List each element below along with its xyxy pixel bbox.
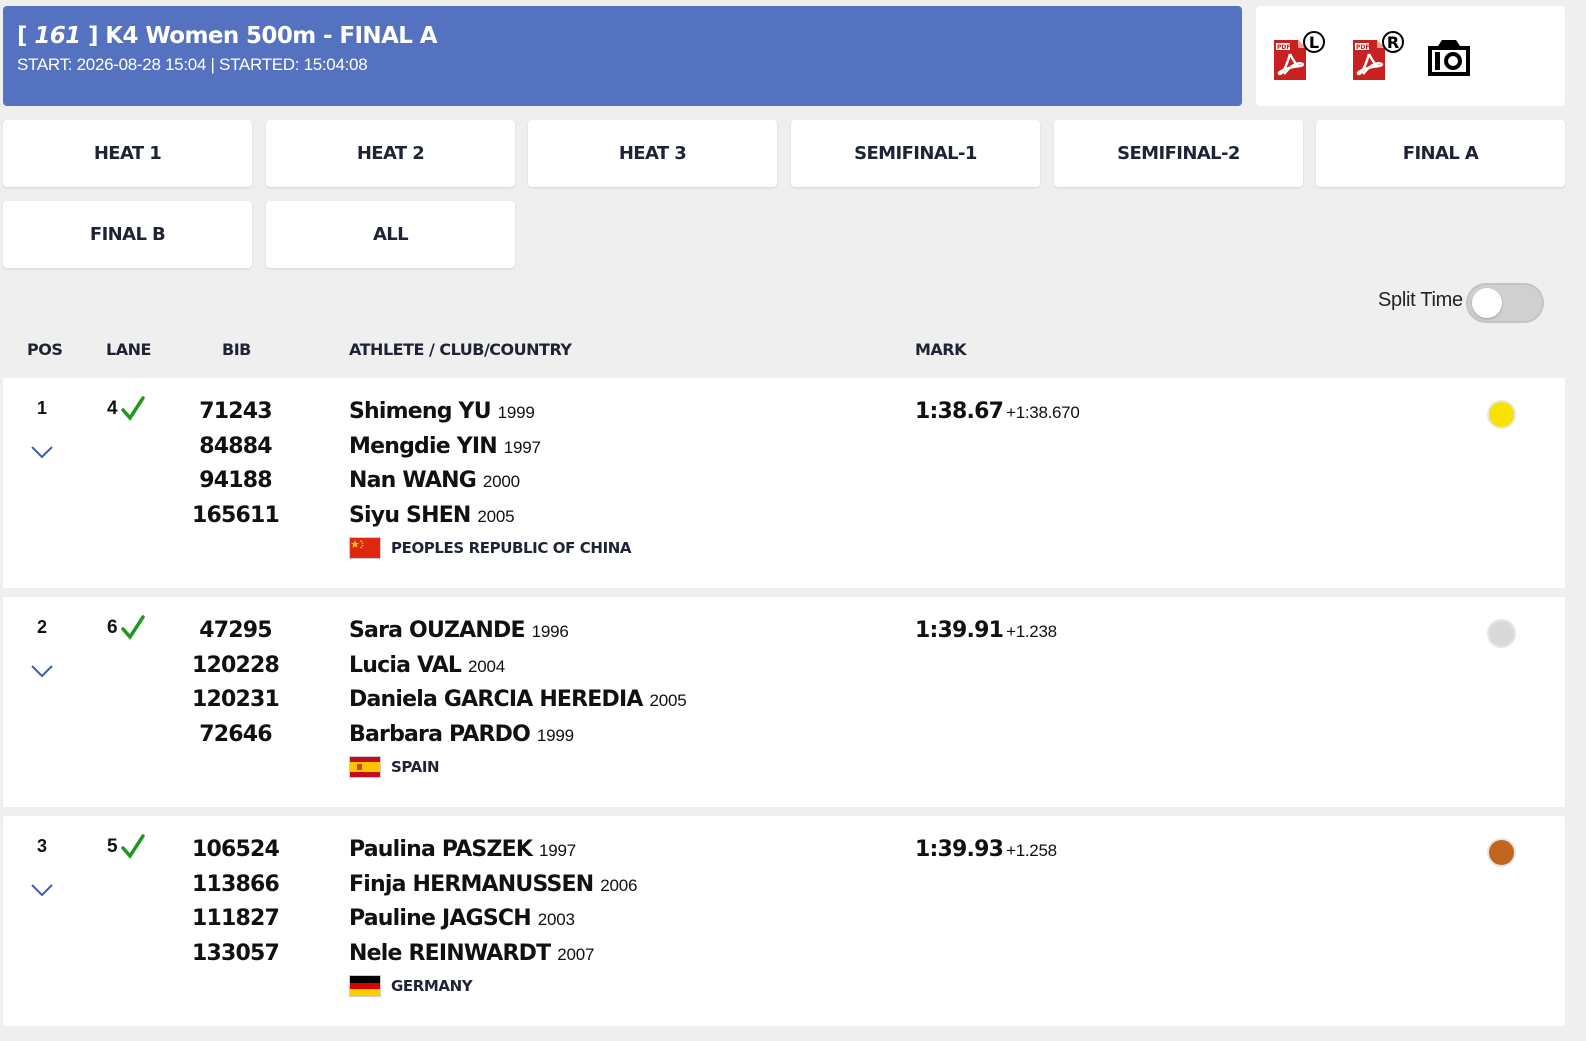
country-name: PEOPLES REPUBLIC OF CHINA: [391, 538, 632, 557]
split-time-label: Split Time: [1378, 289, 1463, 311]
bib: 71243: [199, 399, 272, 424]
position: 3: [36, 836, 47, 856]
tab-semifinal-1[interactable]: SEMIFINAL-1: [791, 120, 1040, 187]
athlete: Barbara PARDO 1999: [349, 722, 574, 748]
silver-medal-icon: [1487, 619, 1516, 648]
spain-flag-icon: [349, 755, 381, 778]
svg-text:L: L: [1309, 33, 1319, 52]
event-title: [ 161 ] K4 Women 500m - FINAL A: [17, 23, 438, 49]
athlete: Sara OUZANDE 1996: [349, 618, 569, 643]
start-time: 2026-08-28 15:04: [76, 55, 207, 74]
svg-text:PDF: PDF: [1277, 44, 1290, 51]
athlete: Finja HERMANUSSEN 2006: [349, 871, 638, 897]
mark: 1:39.91 +1.238: [915, 614, 1057, 651]
col-bib: BIB: [222, 340, 251, 359]
svg-text:R: R: [1387, 33, 1399, 52]
result-row: 2 6 47295 120228 120231 72646 Sara OUZAN…: [3, 597, 1565, 807]
bib-list: 71243 84884 94188 165611: [173, 395, 298, 534]
athlete-list: Sara OUZANDE 1996 Lucia VAL 2004 Daniela…: [349, 614, 687, 778]
mark-diff: +1.258: [1006, 841, 1057, 860]
bib: 106524: [191, 837, 280, 862]
result-row: 3 5 106524 113866 111827 133057 Paulina …: [3, 816, 1565, 1026]
col-athlete: ATHLETE / CLUB/COUNTRY: [349, 340, 572, 359]
bronze-medal-icon: [1487, 838, 1516, 867]
athlete: Shimeng YU 1999: [349, 399, 535, 424]
chevron-down-icon[interactable]: [30, 663, 54, 679]
bib: 94188: [199, 468, 272, 494]
athlete: Pauline JAGSCH 2003: [349, 906, 575, 932]
athlete-list: Paulina PASZEK 1997 Finja HERMANUSSEN 20…: [349, 833, 637, 997]
check-icon: [120, 615, 145, 640]
country: GERMANY: [349, 974, 637, 997]
col-mark: MARK: [915, 340, 967, 359]
toggle-knob: [1472, 288, 1502, 318]
position: 1: [36, 398, 47, 418]
athlete: Daniela GARCIA HEREDIA 2005: [349, 687, 687, 713]
athlete: Lucia VAL 2004: [349, 652, 506, 678]
mark-time: 1:39.91: [915, 618, 1004, 643]
lane: 4: [107, 396, 146, 422]
split-time-toggle[interactable]: [1466, 283, 1544, 323]
chevron-down-icon[interactable]: [30, 444, 54, 460]
tab-heat-2[interactable]: HEAT 2: [266, 120, 515, 187]
mark-diff: +1.238: [1006, 622, 1057, 641]
svg-text:PDF: PDF: [1356, 44, 1369, 51]
bib: 111827: [191, 906, 280, 932]
lane: 6: [107, 615, 146, 641]
result-row: 1 4 71243 84884 94188 165611 Shimeng YU …: [3, 378, 1565, 588]
chevron-down-icon[interactable]: [30, 882, 54, 898]
athlete: Paulina PASZEK 1997: [349, 837, 576, 862]
event-header: [ 161 ] K4 Women 500m - FINAL A START: 2…: [3, 6, 1242, 106]
country: PEOPLES REPUBLIC OF CHINA: [349, 536, 632, 559]
mark: 1:39.93 +1.258: [915, 833, 1057, 870]
pdf-r-icon[interactable]: PDF R: [1351, 30, 1407, 86]
export-toolbar: PDF L PDF R: [1256, 6, 1565, 106]
lane: 5: [107, 834, 146, 860]
bib: 165611: [191, 503, 280, 529]
country-name: SPAIN: [391, 757, 440, 776]
bib: 133057: [191, 941, 280, 967]
bib: 120231: [191, 687, 280, 713]
athlete: Siyu SHEN 2005: [349, 503, 515, 529]
athlete: Nan WANG 2000: [349, 468, 520, 494]
position: 2: [36, 617, 47, 637]
check-icon: [120, 396, 145, 421]
tab-all[interactable]: ALL: [266, 201, 515, 268]
camera-icon[interactable]: [1424, 32, 1474, 82]
athlete: Nele REINWARDT 2007: [349, 941, 595, 967]
bib-list: 106524 113866 111827 133057: [173, 833, 298, 972]
pdf-l-icon[interactable]: PDF L: [1272, 30, 1328, 86]
athlete-list: Shimeng YU 1999 Mengdie YIN 1997 Nan WAN…: [349, 395, 632, 559]
bib: 84884: [199, 433, 272, 459]
mark-diff: +1:38.670: [1006, 403, 1080, 422]
check-icon: [120, 834, 145, 859]
tab-semifinal-2[interactable]: SEMIFINAL-2: [1054, 120, 1303, 187]
country: SPAIN: [349, 755, 687, 778]
tab-heat-1[interactable]: HEAT 1: [3, 120, 252, 187]
germany-flag-icon: [349, 974, 381, 997]
bib: 72646: [199, 722, 272, 748]
col-pos: POS: [27, 340, 63, 359]
tab-heat-3[interactable]: HEAT 3: [528, 120, 777, 187]
bib-list: 47295 120228 120231 72646: [173, 614, 298, 753]
bib: 120228: [191, 652, 280, 678]
tab-final-a[interactable]: FINAL A: [1316, 120, 1565, 187]
event-number: 161: [34, 23, 81, 49]
country-name: GERMANY: [391, 976, 473, 995]
tab-final-b[interactable]: FINAL B: [3, 201, 252, 268]
gold-medal-icon: [1487, 400, 1516, 429]
mark-time: 1:39.93: [915, 837, 1004, 862]
mark: 1:38.67 +1:38.670: [915, 395, 1080, 432]
mark-time: 1:38.67: [915, 399, 1004, 424]
col-lane: LANE: [106, 340, 151, 359]
bib: 47295: [199, 618, 272, 643]
bib: 113866: [191, 871, 280, 897]
china-flag-icon: [349, 536, 381, 559]
started-time: 15:04:08: [303, 55, 368, 74]
event-name: K4 Women 500m - FINAL A: [105, 23, 437, 49]
athlete: Mengdie YIN 1997: [349, 433, 541, 459]
event-times: START: 2026-08-28 15:04 | STARTED: 15:04…: [17, 55, 368, 74]
